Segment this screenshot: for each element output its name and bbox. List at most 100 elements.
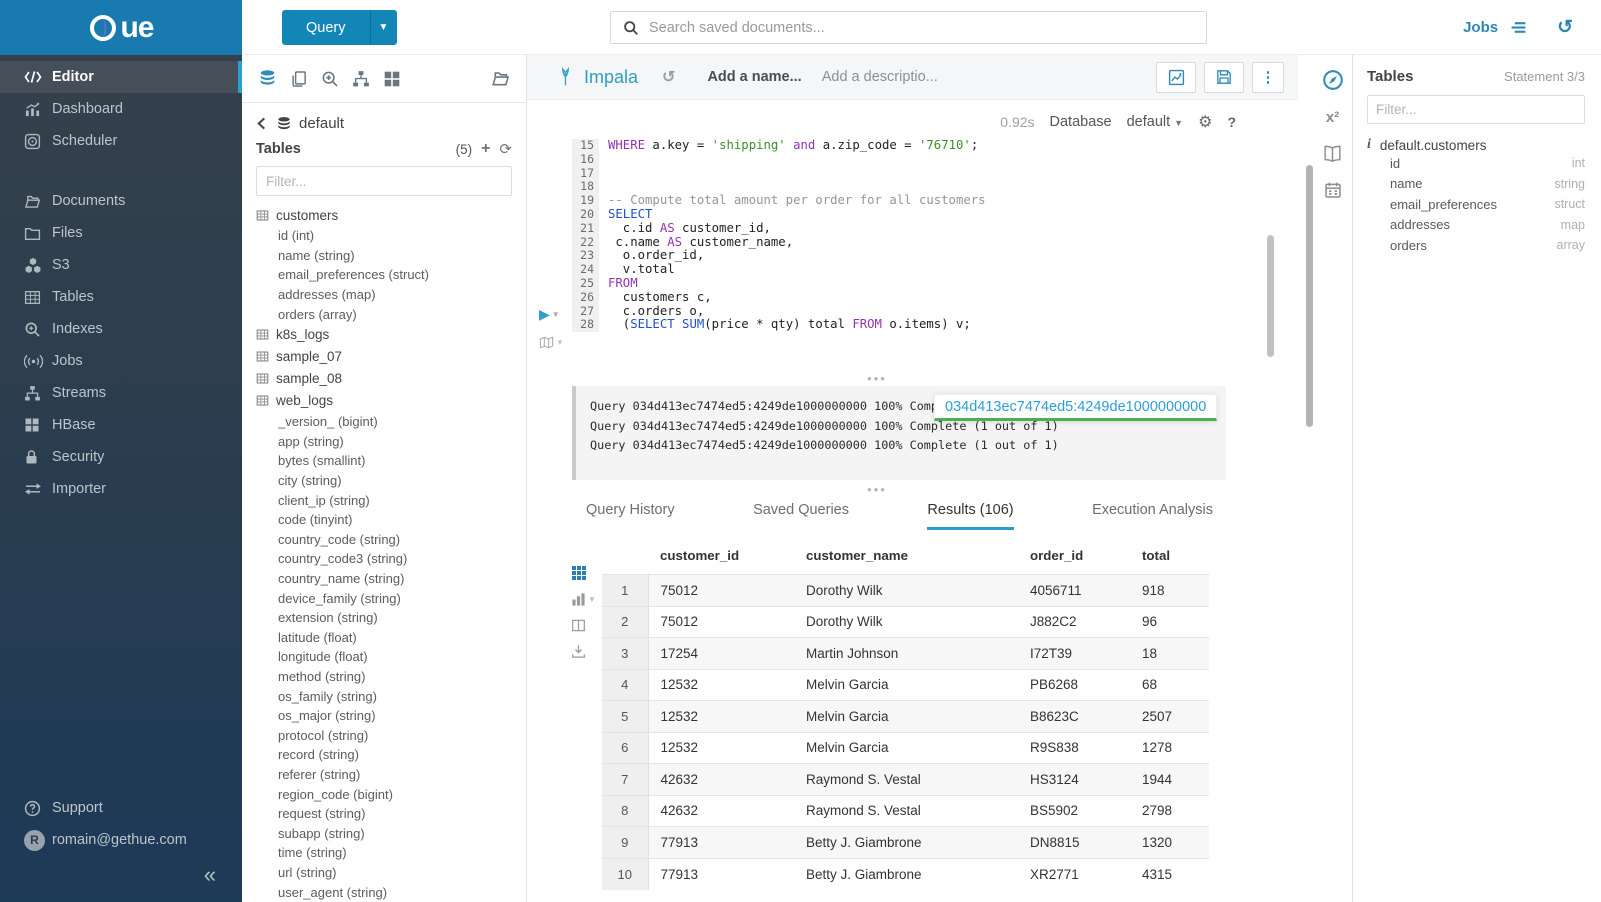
hue-logo[interactable]: ue bbox=[0, 0, 242, 55]
assist-column[interactable]: addresses (map) bbox=[256, 285, 512, 305]
column-header-customer-name[interactable]: customer_name bbox=[794, 542, 1018, 575]
assist-column[interactable]: code (tinyint) bbox=[256, 510, 512, 530]
execute-button[interactable]: ▶▼ bbox=[539, 306, 560, 323]
assist-column[interactable]: email_preferences (struct) bbox=[256, 265, 512, 285]
table-row[interactable]: 977913Betty J. GiambroneDN88151320 bbox=[602, 827, 1209, 859]
new-query-button[interactable]: Query ▼ bbox=[282, 10, 397, 45]
assist-column[interactable]: protocol (string) bbox=[256, 725, 512, 745]
sidebar-item-editor[interactable]: Editor bbox=[0, 61, 242, 93]
table-row[interactable]: 612532Melvin GarciaR9S8381278 bbox=[602, 732, 1209, 764]
sidebar-item-scheduler[interactable]: Scheduler bbox=[0, 125, 242, 157]
table-row[interactable]: 175012Dorothy Wilk4056711918 bbox=[602, 575, 1209, 607]
query-map-button[interactable]: ▼ bbox=[539, 335, 564, 350]
hbase-assist-icon[interactable] bbox=[383, 70, 401, 88]
database-selector[interactable]: default ▼ bbox=[1127, 114, 1184, 130]
sidebar-item-tables[interactable]: Tables bbox=[0, 281, 242, 313]
sidebar-item-indexes[interactable]: Indexes bbox=[0, 313, 242, 345]
add-table-icon[interactable]: + bbox=[481, 140, 490, 158]
sidebar-item-importer[interactable]: Importer bbox=[0, 473, 242, 505]
assist-column[interactable]: os_major (string) bbox=[256, 706, 512, 726]
table-row[interactable]: 512532Melvin GarciaB8623C2507 bbox=[602, 701, 1209, 733]
table-row[interactable]: 1077913Betty J. GiambroneXR27714315 bbox=[602, 858, 1209, 890]
language-reference-icon[interactable] bbox=[1323, 144, 1342, 163]
assist-column[interactable]: _version_ (bigint) bbox=[256, 412, 512, 432]
functions-icon[interactable]: x² bbox=[1326, 109, 1339, 126]
right-column-addresses[interactable]: addressesmap bbox=[1367, 215, 1585, 236]
query-name-input[interactable]: Add a name... bbox=[707, 69, 801, 85]
assist-filter-input[interactable] bbox=[256, 166, 512, 196]
documents-folder-icon[interactable] bbox=[491, 69, 510, 88]
right-column-id[interactable]: idint bbox=[1367, 153, 1585, 174]
snippet-history-icon[interactable]: ↺ bbox=[662, 67, 675, 87]
info-icon[interactable]: i bbox=[1367, 137, 1371, 153]
assist-table-k8s-logs[interactable]: k8s_logs bbox=[256, 324, 512, 346]
assist-column[interactable]: referer (string) bbox=[256, 765, 512, 785]
jobs-list-icon[interactable] bbox=[1510, 19, 1527, 36]
tab-results-106-[interactable]: Results (106) bbox=[927, 502, 1013, 530]
right-column-orders[interactable]: ordersarray bbox=[1367, 235, 1585, 256]
sidebar-item-jobs[interactable]: Jobs bbox=[0, 345, 242, 377]
snippet-more-button[interactable]: ⋮ bbox=[1252, 62, 1284, 93]
download-icon[interactable] bbox=[571, 644, 596, 659]
assist-table-sample-07[interactable]: sample_07 bbox=[256, 346, 512, 368]
assist-column[interactable]: record (string) bbox=[256, 745, 512, 765]
assist-table-web-logs[interactable]: web_logs bbox=[256, 390, 512, 412]
sidebar-collapse-button[interactable]: « bbox=[0, 856, 242, 894]
table-row[interactable]: 275012Dorothy WilkJ882C296 bbox=[602, 606, 1209, 638]
refresh-tables-icon[interactable]: ⟳ bbox=[499, 140, 512, 158]
assist-column[interactable]: extension (string) bbox=[256, 608, 512, 628]
tab-saved-queries[interactable]: Saved Queries bbox=[753, 502, 849, 530]
assist-column[interactable]: bytes (smallint) bbox=[256, 451, 512, 471]
assist-column[interactable]: latitude (float) bbox=[256, 628, 512, 648]
assist-column[interactable]: id (int) bbox=[256, 226, 512, 246]
table-row[interactable]: 412532Melvin GarciaPB626868 bbox=[602, 669, 1209, 701]
assist-column[interactable]: app (string) bbox=[256, 432, 512, 452]
sidebar-item-hbase[interactable]: HBase bbox=[0, 409, 242, 441]
sitemap-assist-icon[interactable] bbox=[352, 70, 370, 88]
assist-column[interactable]: city (string) bbox=[256, 471, 512, 491]
scheduler-rail-icon[interactable] bbox=[1324, 181, 1342, 199]
assist-column[interactable]: orders (array) bbox=[256, 304, 512, 324]
sidebar-item-dashboard[interactable]: Dashboard bbox=[0, 93, 242, 125]
assist-column[interactable]: method (string) bbox=[256, 667, 512, 687]
assist-column[interactable]: longitude (float) bbox=[256, 647, 512, 667]
job-id-link[interactable]: 034d413ec7474ed5:4249de1000000000 bbox=[945, 399, 1206, 415]
sidebar-item-documents[interactable]: Documents bbox=[0, 185, 242, 217]
back-chevron-icon[interactable] bbox=[256, 117, 267, 130]
assist-column[interactable]: client_ip (string) bbox=[256, 490, 512, 510]
query-history-icon[interactable]: ↺ bbox=[1557, 16, 1573, 39]
settings-gear-icon[interactable]: ⚙ bbox=[1198, 112, 1212, 132]
query-description-input[interactable]: Add a descriptio... bbox=[822, 69, 938, 85]
assist-table-customers[interactable]: customers bbox=[256, 204, 512, 226]
query-button-label[interactable]: Query bbox=[282, 10, 370, 45]
search-input[interactable] bbox=[649, 20, 1206, 36]
tab-query-history[interactable]: Query History bbox=[586, 502, 675, 530]
right-filter-input[interactable] bbox=[1367, 95, 1585, 124]
column-header-total[interactable]: total bbox=[1130, 542, 1209, 575]
table-row[interactable]: 842632Raymond S. VestalBS59022798 bbox=[602, 795, 1209, 827]
grid-view-icon[interactable] bbox=[571, 565, 596, 581]
assist-column[interactable]: region_code (bigint) bbox=[256, 784, 512, 804]
log-resize-handle[interactable]: ••• bbox=[527, 375, 1227, 383]
right-column-email-preferences[interactable]: email_preferencesstruct bbox=[1367, 194, 1585, 215]
zoom-assist-icon[interactable] bbox=[321, 70, 339, 88]
assist-column[interactable]: user_agent (string) bbox=[256, 882, 512, 902]
sql-editor[interactable]: 15WHERE a.key = 'shipping' and a.zip_cod… bbox=[572, 139, 986, 332]
compass-assistant-icon[interactable] bbox=[1322, 69, 1344, 91]
main-scrollbar[interactable] bbox=[1306, 165, 1313, 427]
query-dropdown-caret[interactable]: ▼ bbox=[370, 10, 397, 45]
chart-button[interactable] bbox=[1156, 62, 1196, 93]
sidebar-item-streams[interactable]: Streams bbox=[0, 377, 242, 409]
breadcrumb-database-name[interactable]: default bbox=[299, 115, 344, 132]
sidebar-item-security[interactable]: Security bbox=[0, 441, 242, 473]
assist-column[interactable]: subapp (string) bbox=[256, 823, 512, 843]
assist-column[interactable]: os_family (string) bbox=[256, 686, 512, 706]
results-resize-handle[interactable]: ••• bbox=[527, 486, 1227, 494]
jobs-link[interactable]: Jobs bbox=[1463, 19, 1498, 36]
documents-assist-icon[interactable] bbox=[290, 70, 308, 88]
help-icon[interactable]: ? bbox=[1227, 114, 1236, 130]
sidebar-item-s3[interactable]: S3 bbox=[0, 249, 242, 281]
active-table-name[interactable]: default.customers bbox=[1380, 138, 1487, 153]
assist-column[interactable]: time (string) bbox=[256, 843, 512, 863]
assist-column[interactable]: name (string) bbox=[256, 246, 512, 266]
